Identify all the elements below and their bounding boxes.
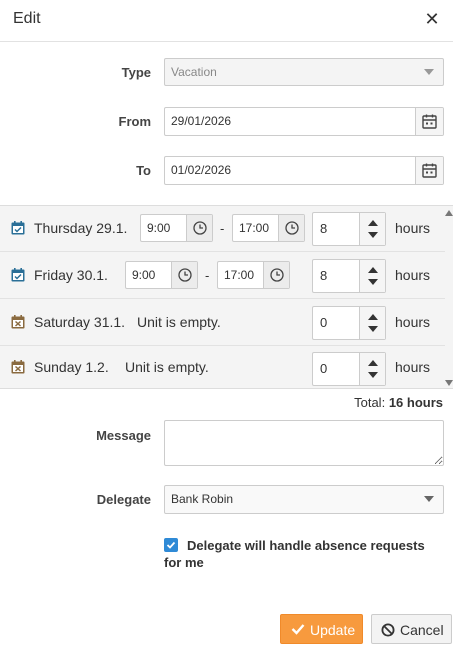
total-label: Total: bbox=[354, 395, 386, 410]
end-time-value: 17:00 bbox=[239, 221, 270, 235]
start-time-input[interactable]: 9:00 bbox=[125, 261, 198, 289]
dialog-title: Edit bbox=[13, 10, 41, 27]
to-label: To bbox=[136, 163, 151, 178]
delegate-checkbox-label[interactable]: Delegate will handle absence requests fo… bbox=[164, 537, 444, 571]
ban-icon bbox=[381, 623, 395, 637]
end-time-value: 17:00 bbox=[224, 268, 255, 282]
hours-unit: hours bbox=[395, 267, 431, 283]
cancel-button[interactable]: Cancel bbox=[371, 614, 452, 644]
time-separator: - bbox=[205, 268, 210, 283]
scroll-up-icon[interactable] bbox=[445, 210, 453, 216]
decrement-icon[interactable] bbox=[368, 279, 378, 285]
start-time-value: 9:00 bbox=[132, 268, 156, 282]
hours-value: 8 bbox=[320, 221, 328, 236]
delegate-label: Delegate bbox=[96, 492, 151, 507]
to-date-input[interactable]: 01/02/2026 bbox=[164, 156, 444, 185]
increment-icon[interactable] bbox=[368, 360, 378, 366]
scroll-down-icon[interactable] bbox=[445, 380, 453, 386]
day-row-thursday: Thursday 29.1. 9:00 - 17:00 8 hours bbox=[0, 206, 445, 252]
delegate-value: Bank Robin bbox=[171, 492, 234, 506]
delegate-select[interactable]: Bank Robin bbox=[164, 485, 444, 514]
hours-stepper[interactable]: 0 bbox=[312, 352, 386, 386]
day-name: Thursday 29.1. bbox=[34, 220, 128, 236]
total-hours: Total: 16 hours bbox=[354, 395, 443, 410]
decrement-icon[interactable] bbox=[368, 372, 378, 378]
calendar-check-icon bbox=[11, 221, 25, 235]
hours-stepper[interactable]: 0 bbox=[312, 306, 386, 340]
day-row-saturday: Saturday 31.1. Unit is empty. 0 hours bbox=[0, 300, 445, 346]
type-value: Vacation bbox=[171, 65, 217, 79]
hours-value: 0 bbox=[320, 361, 328, 376]
increment-icon[interactable] bbox=[368, 314, 378, 320]
checkmark-icon bbox=[291, 624, 305, 635]
hours-unit: hours bbox=[395, 220, 431, 236]
clock-icon[interactable] bbox=[263, 262, 289, 288]
calendar-icon[interactable] bbox=[415, 157, 443, 184]
type-select: Vacation bbox=[164, 58, 444, 86]
increment-icon[interactable] bbox=[368, 267, 378, 273]
cancel-label: Cancel bbox=[400, 622, 444, 638]
stepper-buttons[interactable] bbox=[359, 307, 385, 339]
day-name: Sunday 1.2. bbox=[34, 359, 109, 375]
day-row-friday: Friday 30.1. 9:00 - 17:00 8 hours bbox=[0, 253, 445, 299]
day-name: Saturday 31.1. bbox=[34, 314, 126, 330]
calendar-icon[interactable] bbox=[415, 108, 443, 135]
stepper-buttons[interactable] bbox=[359, 213, 385, 245]
hours-stepper[interactable]: 8 bbox=[312, 259, 386, 293]
update-button[interactable]: Update bbox=[280, 614, 363, 644]
message-label: Message bbox=[96, 428, 151, 443]
hours-stepper[interactable]: 8 bbox=[312, 212, 386, 246]
day-name: Friday 30.1. bbox=[34, 267, 108, 283]
day-list-scrollbar[interactable] bbox=[445, 206, 453, 388]
empty-unit-text: Unit is empty. bbox=[125, 359, 209, 375]
day-list: Thursday 29.1. 9:00 - 17:00 8 hours Frid… bbox=[0, 205, 453, 389]
close-icon[interactable]: ✕ bbox=[423, 8, 441, 30]
start-time-value: 9:00 bbox=[147, 221, 171, 235]
from-label: From bbox=[118, 114, 152, 129]
calendar-x-icon bbox=[11, 360, 25, 374]
clock-icon[interactable] bbox=[171, 262, 197, 288]
to-date-value: 01/02/2026 bbox=[171, 163, 232, 177]
type-label: Type bbox=[121, 65, 151, 80]
hours-unit: hours bbox=[395, 314, 431, 330]
empty-unit-text: Unit is empty. bbox=[137, 314, 221, 330]
from-date-value: 29/01/2026 bbox=[171, 114, 232, 128]
decrement-icon[interactable] bbox=[368, 326, 378, 332]
calendar-x-icon bbox=[11, 315, 25, 329]
stepper-buttons[interactable] bbox=[359, 260, 385, 292]
start-time-input[interactable]: 9:00 bbox=[140, 214, 213, 242]
increment-icon[interactable] bbox=[368, 220, 378, 226]
time-separator: - bbox=[220, 221, 225, 236]
message-textarea[interactable] bbox=[164, 420, 444, 466]
stepper-buttons[interactable] bbox=[359, 353, 385, 385]
chevron-down-icon bbox=[424, 69, 434, 75]
hours-value: 8 bbox=[320, 268, 328, 283]
total-value: 16 hours bbox=[388, 395, 443, 410]
dialog-header: Edit ✕ bbox=[0, 0, 453, 42]
end-time-input[interactable]: 17:00 bbox=[232, 214, 305, 242]
chevron-down-icon bbox=[424, 496, 434, 502]
hours-unit: hours bbox=[395, 359, 431, 375]
from-date-input[interactable]: 29/01/2026 bbox=[164, 107, 444, 136]
clock-icon[interactable] bbox=[186, 215, 212, 241]
update-label: Update bbox=[310, 622, 356, 638]
hours-value: 0 bbox=[320, 315, 328, 330]
day-row-sunday: Sunday 1.2. Unit is empty. 0 hours bbox=[0, 347, 445, 388]
decrement-icon[interactable] bbox=[368, 232, 378, 238]
calendar-check-icon bbox=[11, 268, 25, 282]
end-time-input[interactable]: 17:00 bbox=[217, 261, 290, 289]
clock-icon[interactable] bbox=[278, 215, 304, 241]
